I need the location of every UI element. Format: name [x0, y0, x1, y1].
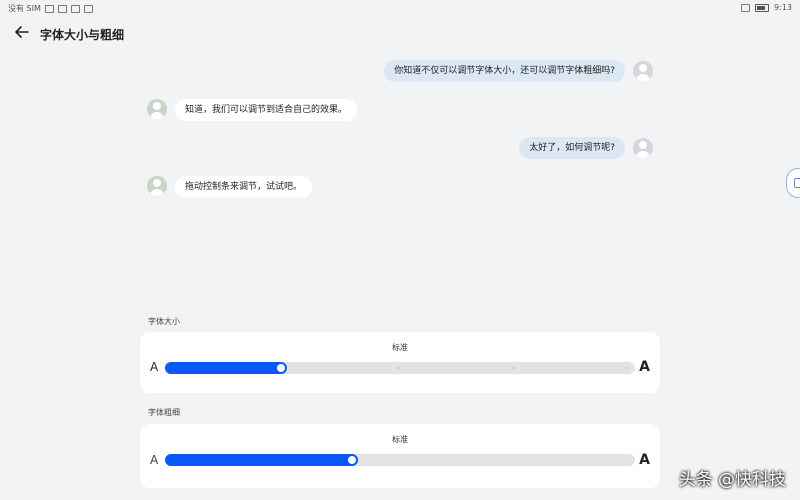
font-weight-value: 标准 — [392, 435, 408, 444]
font-weight-slider-fill — [165, 454, 358, 466]
person-avatar-icon — [147, 99, 167, 119]
watermark: 头条 @快科技 — [678, 470, 786, 490]
page-header: 字体大小与粗细 — [0, 18, 800, 50]
person-avatar-icon — [633, 61, 653, 81]
font-size-slider-fill — [165, 362, 288, 374]
status-left: 没有 SIM — [8, 3, 93, 14]
floating-window-handle[interactable] — [786, 168, 800, 198]
person-avatar-icon — [147, 176, 167, 196]
font-size-small-glyph: A — [150, 360, 159, 374]
bluetooth-icon — [741, 3, 751, 12]
status-bar: 没有 SIM 9:13 — [0, 0, 800, 16]
font-size-large-glyph: A — [639, 359, 650, 375]
wifi-icon — [57, 4, 67, 13]
slider-tick — [398, 367, 400, 369]
battery-icon — [755, 3, 770, 12]
arrow-left-icon — [15, 26, 29, 38]
person-avatar-icon — [633, 138, 653, 158]
carrier-text: 没有 SIM — [8, 4, 41, 13]
cloud-icon — [83, 4, 93, 13]
signal-icon — [44, 4, 54, 13]
font-weight-card: 标准 A A — [140, 424, 660, 488]
font-size-label: 字体大小 — [148, 317, 180, 326]
slider-tick — [626, 367, 628, 369]
floating-window-icon — [794, 178, 800, 188]
message-bubble-4: 拖动控制条来调节，试试吧。 — [175, 176, 313, 198]
page-title: 字体大小与粗细 — [40, 28, 125, 42]
message-icon — [70, 4, 80, 13]
slider-tick — [512, 367, 514, 369]
font-weight-slider-thumb[interactable] — [347, 456, 356, 464]
font-size-slider[interactable] — [165, 362, 635, 374]
clock-text: 9:13 — [774, 3, 792, 12]
font-weight-bold-glyph: A — [639, 452, 650, 468]
font-size-value: 标准 — [392, 343, 408, 352]
font-weight-thin-glyph: A — [150, 453, 159, 467]
font-weight-slider[interactable] — [165, 454, 635, 466]
font-size-card: 标准 A A — [140, 332, 660, 393]
message-bubble-2: 知道，我们可以调节到适合自己的效果。 — [175, 99, 358, 121]
back-button[interactable] — [12, 22, 32, 42]
status-right: 9:13 — [741, 3, 792, 12]
font-weight-label: 字体粗细 — [148, 408, 180, 417]
message-bubble-3: 太好了，如何调节呢? — [519, 137, 625, 159]
message-bubble-1: 你知道不仅可以调节字体大小，还可以调节字体粗细吗? — [384, 60, 625, 82]
